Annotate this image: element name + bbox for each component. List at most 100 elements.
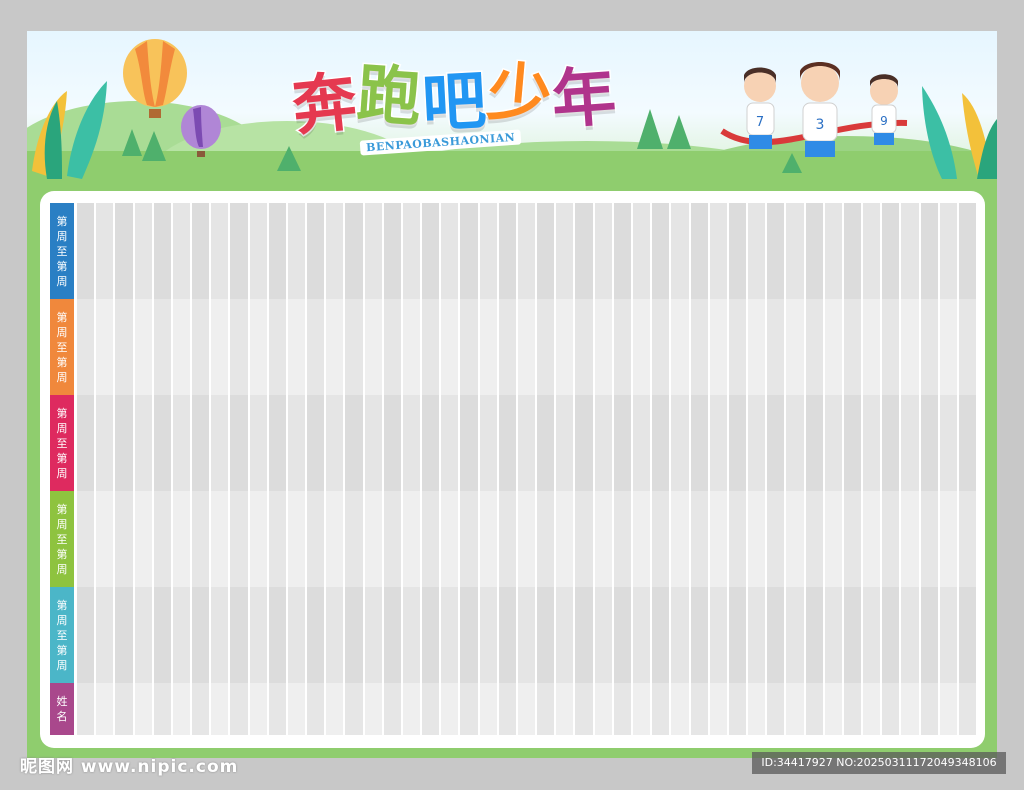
grid-cell: [345, 203, 363, 299]
grid-cell: [422, 683, 440, 735]
schedule-row: 第周至第周: [50, 491, 977, 587]
schedule-grid: 第周至第周 第周至第周 第周至第周 第周至第周 第周至第周 姓名: [50, 203, 977, 735]
grid-cell: [786, 299, 804, 395]
schedule-row: 第周至第周: [50, 203, 977, 299]
grid-cell: [134, 587, 152, 683]
grid-cell: [556, 203, 574, 299]
grid-cell: [287, 203, 306, 299]
grid-cell: [537, 491, 555, 587]
grid-cell: [211, 299, 229, 395]
row-cells: [77, 395, 977, 491]
grid-cell: [863, 683, 881, 735]
schedule-row: 第周至第周: [50, 395, 977, 491]
grid-cell: [422, 491, 440, 587]
poster-title: 奔跑吧少年 BENPAOBASHAONIAN: [287, 53, 672, 159]
grid-cell: [805, 587, 823, 683]
grid-cell: [192, 683, 210, 735]
grid-cell: [671, 203, 689, 299]
grid-cell: [383, 587, 401, 683]
grid-cell: [786, 683, 804, 735]
grid-cell: [556, 587, 574, 683]
grid-cell: [958, 491, 977, 587]
grid-cell: [594, 491, 612, 587]
grid-cell: [364, 491, 382, 587]
grid-cell: [824, 395, 842, 491]
grid-cell: [882, 587, 900, 683]
grid-cell: [575, 491, 593, 587]
grid-cell: [671, 491, 689, 587]
grid-cell: [307, 203, 325, 299]
grid-cell: [172, 203, 191, 299]
watermark-id: ID:34417927 NO:20250311172049348106: [752, 752, 1006, 774]
grid-cell: [307, 683, 325, 735]
row-label-text: 第周至第周: [56, 310, 68, 384]
grid-cell: [441, 395, 459, 491]
poster: 7 3 9 奔跑吧少年 BENPAOBASHAONIAN 第周至第周第周至第周: [27, 31, 997, 758]
grid-cell: [230, 683, 248, 735]
grid-cell: [460, 587, 478, 683]
grid-cell: [307, 299, 325, 395]
grid-cell: [920, 203, 938, 299]
grid-cell: [249, 587, 267, 683]
grid-cell: [402, 587, 421, 683]
grid-cell: [307, 395, 325, 491]
grid-cell: [632, 299, 651, 395]
title-char: 奔: [287, 62, 362, 146]
title-char: 跑: [353, 55, 426, 137]
grid-cell: [690, 299, 708, 395]
watermark-left: 昵图网 www.nipic.com: [20, 757, 239, 777]
grid-cell: [249, 491, 267, 587]
grid-cell: [652, 395, 670, 491]
grid-cell: [594, 395, 612, 491]
grid-cell: [767, 683, 785, 735]
grid-cell: [192, 491, 210, 587]
grid-cell: [326, 587, 344, 683]
grid-cell: [134, 395, 152, 491]
grid-cell: [517, 203, 536, 299]
grid-cell: [77, 395, 95, 491]
grid-cell: [77, 587, 95, 683]
grid-cell: [632, 587, 651, 683]
grid-cell: [843, 491, 862, 587]
grid-cell: [939, 587, 957, 683]
grid-cell: [345, 587, 363, 683]
row-cells: [77, 491, 977, 587]
grid-cell: [632, 395, 651, 491]
grid-cell: [268, 203, 286, 299]
grid-cell: [575, 587, 593, 683]
grid-cell: [383, 299, 401, 395]
grid-cell: [172, 683, 191, 735]
grid-cell: [77, 299, 95, 395]
grid-cell: [479, 395, 497, 491]
grid-cell: [249, 395, 267, 491]
grid-cell: [383, 203, 401, 299]
row-label: 第周至第周: [50, 491, 74, 587]
grid-cell: [863, 587, 881, 683]
grid-cell: [115, 683, 133, 735]
grid-cell: [172, 587, 191, 683]
row-cells: [77, 683, 977, 735]
grid-cell: [824, 491, 842, 587]
grid-cell: [748, 299, 766, 395]
row-label-text: 姓名: [56, 695, 68, 723]
grid-cell: [153, 395, 171, 491]
grid-cell: [939, 203, 957, 299]
grid-cell: [882, 491, 900, 587]
grid-cell: [843, 587, 862, 683]
grid-cell: [958, 203, 977, 299]
grid-cell: [537, 683, 555, 735]
grid-cell: [498, 491, 516, 587]
grid-cell: [479, 203, 497, 299]
grid-cell: [958, 683, 977, 735]
schedule-row: 第周至第周: [50, 299, 977, 395]
grid-cell: [211, 587, 229, 683]
grid-cell: [958, 587, 977, 683]
grid-cell: [192, 203, 210, 299]
grid-cell: [748, 491, 766, 587]
grid-cell: [402, 203, 421, 299]
grid-cell: [268, 491, 286, 587]
grid-cell: [786, 395, 804, 491]
grid-cell: [920, 299, 938, 395]
grid-cell: [594, 683, 612, 735]
grid-cell: [364, 587, 382, 683]
